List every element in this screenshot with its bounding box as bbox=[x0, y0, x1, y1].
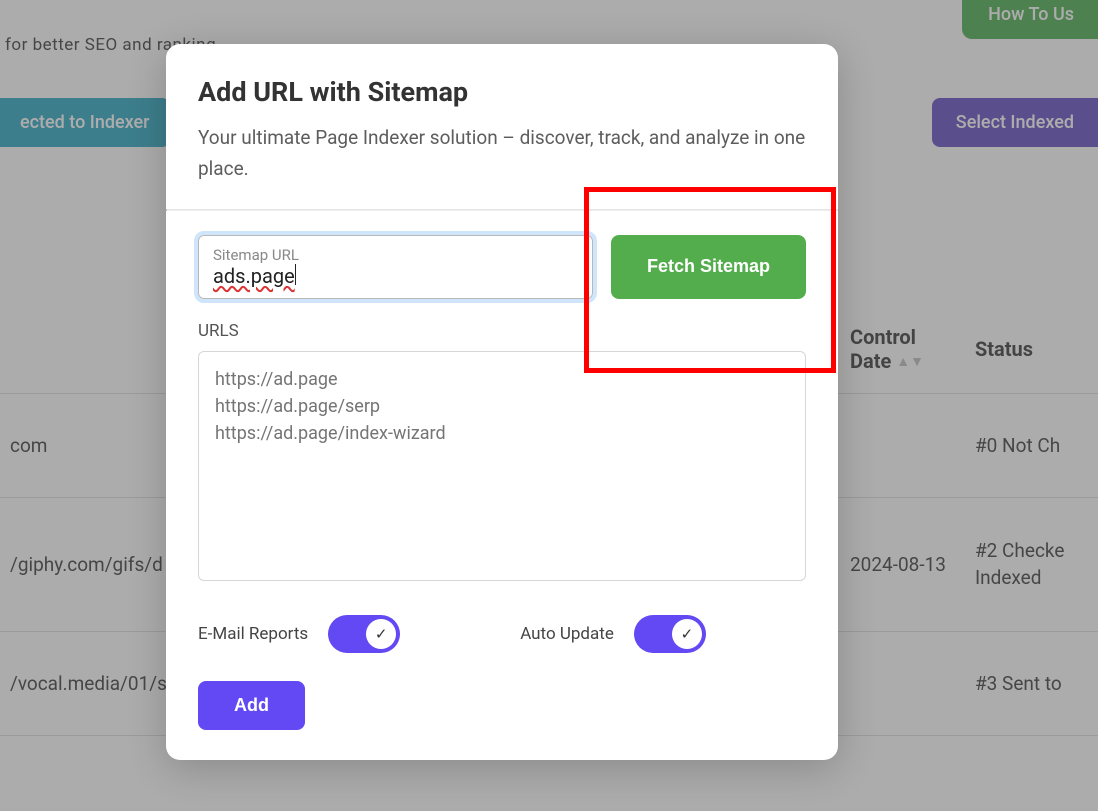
add-button[interactable]: Add bbox=[198, 681, 305, 730]
email-reports-label: E-Mail Reports bbox=[198, 624, 308, 644]
email-reports-toggle[interactable]: ✓ bbox=[328, 615, 400, 653]
check-icon: ✓ bbox=[366, 619, 396, 649]
sitemap-url-value: ads.page bbox=[213, 264, 295, 288]
auto-update-label: Auto Update bbox=[520, 624, 614, 644]
text-caret bbox=[295, 264, 296, 285]
sitemap-url-input[interactable]: Sitemap URL ads.page bbox=[198, 235, 593, 299]
fetch-sitemap-button[interactable]: Fetch Sitemap bbox=[611, 235, 806, 299]
add-url-sitemap-modal: Add URL with Sitemap Your ultimate Page … bbox=[166, 44, 838, 760]
check-icon: ✓ bbox=[672, 619, 702, 649]
modal-subtitle: Your ultimate Page Indexer solution – di… bbox=[198, 122, 806, 185]
urls-section-label: URLS bbox=[198, 321, 806, 341]
urls-textarea[interactable] bbox=[198, 351, 806, 581]
sitemap-url-label: Sitemap URL bbox=[213, 246, 578, 264]
modal-title: Add URL with Sitemap bbox=[198, 76, 806, 108]
auto-update-toggle[interactable]: ✓ bbox=[634, 615, 706, 653]
